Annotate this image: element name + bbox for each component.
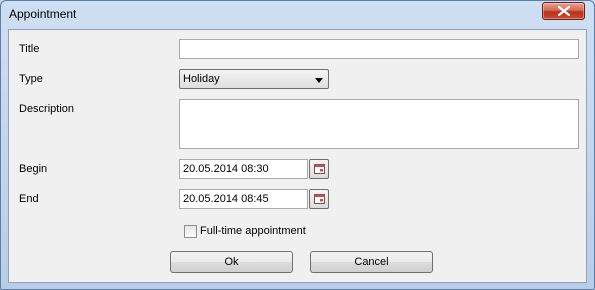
ok-button[interactable]: Ok bbox=[170, 251, 293, 273]
begin-date-input[interactable]: 20.05.2014 08:30 bbox=[179, 159, 308, 179]
chevron-down-icon bbox=[315, 78, 323, 83]
calendar-icon bbox=[314, 164, 325, 174]
fulltime-label[interactable]: Full-time appointment bbox=[200, 225, 306, 237]
window-title: Appointment bbox=[9, 7, 77, 21]
end-label: End bbox=[19, 193, 39, 205]
type-label: Type bbox=[19, 73, 43, 85]
end-date-input[interactable]: 20.05.2014 08:45 bbox=[179, 189, 308, 209]
type-select-value: Holiday bbox=[183, 73, 220, 85]
description-input[interactable] bbox=[179, 99, 579, 149]
calendar-icon bbox=[314, 194, 325, 204]
end-calendar-button[interactable] bbox=[309, 189, 329, 209]
close-icon bbox=[558, 6, 570, 16]
dialog-body: Title Type Holiday Description Begin 20.… bbox=[8, 29, 587, 283]
close-button[interactable] bbox=[542, 2, 585, 20]
fulltime-checkbox[interactable] bbox=[184, 225, 197, 238]
title-bar[interactable]: Appointment bbox=[1, 1, 594, 29]
type-select[interactable]: Holiday bbox=[179, 69, 329, 89]
begin-calendar-button[interactable] bbox=[309, 159, 329, 179]
title-input[interactable] bbox=[179, 39, 579, 59]
appointment-dialog: Appointment Title Type Holiday Descripti… bbox=[0, 0, 595, 290]
cancel-button[interactable]: Cancel bbox=[310, 251, 433, 273]
description-label: Description bbox=[19, 103, 75, 115]
begin-label: Begin bbox=[19, 163, 48, 175]
title-label: Title bbox=[19, 43, 40, 55]
